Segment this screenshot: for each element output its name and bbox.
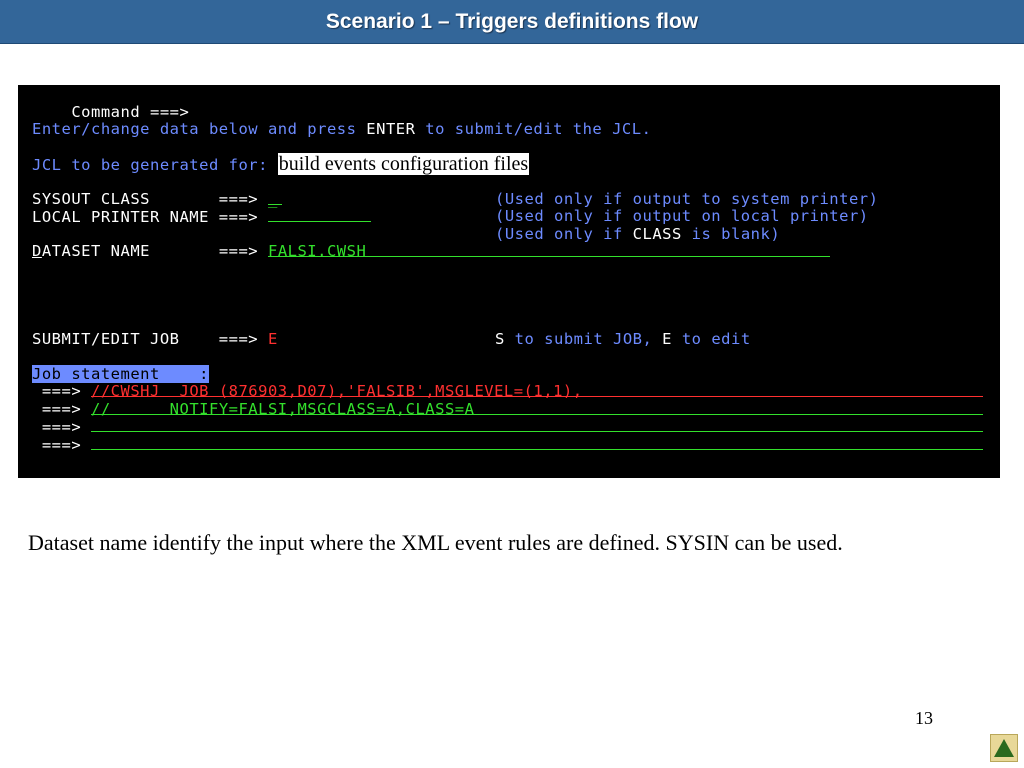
job-line-2: ===> // NOTIFY=FALSI,MSGCLASS=A,CLASS=A bbox=[32, 400, 983, 418]
submit-edit-label: SUBMIT/EDIT JOB ===> bbox=[32, 330, 268, 348]
jcl-for-value: build events configuration files bbox=[277, 153, 530, 175]
submit-edit-line: SUBMIT/EDIT JOB ===> E bbox=[32, 330, 278, 348]
job-line-4: ===> bbox=[32, 435, 983, 454]
sysout-class-input[interactable]: _ bbox=[267, 190, 282, 208]
job-line-prompt: ===> bbox=[32, 436, 91, 454]
submit-edit-hint: S to submit JOB, E to edit bbox=[495, 330, 751, 348]
local-printer-line: LOCAL PRINTER NAME ===> bbox=[32, 207, 371, 226]
slide-title-bar: Scenario 1 – Triggers definitions flow bbox=[0, 0, 1024, 44]
job-line-prompt: ===> bbox=[32, 400, 91, 418]
job-line-1: ===> //CWSHJ JOB (876903,D07),'FALSIB',M… bbox=[32, 382, 983, 400]
job-line-prompt: ===> bbox=[32, 418, 91, 436]
local-printer-note: (Used only if output on local printer) bbox=[495, 207, 869, 225]
submit-edit-input[interactable]: E bbox=[268, 330, 278, 348]
job-line-4-input[interactable] bbox=[91, 435, 983, 450]
class-blank-note: (Used only if CLASS is blank) bbox=[495, 225, 781, 243]
job-line-3-input[interactable] bbox=[91, 417, 983, 432]
page-number: 13 bbox=[915, 708, 933, 728]
sysout-class-note: (Used only if output to system printer) bbox=[495, 190, 879, 208]
job-statement-header: Job statement : bbox=[32, 365, 209, 383]
job-statement-label: Job statement : bbox=[32, 365, 209, 383]
dataset-name-line: DATASET NAME ===> FALSI.CWSH bbox=[32, 242, 830, 260]
local-printer-label: LOCAL PRINTER NAME ===> bbox=[32, 208, 268, 226]
job-line-2-input[interactable]: // NOTIFY=FALSI,MSGCLASS=A,CLASS=A bbox=[91, 400, 983, 418]
sysout-class-line: SYSOUT CLASS ===> _ bbox=[32, 190, 282, 208]
up-triangle-icon bbox=[994, 739, 1014, 757]
dataset-hotkey-letter: D bbox=[32, 242, 42, 260]
dataset-name-label: ATASET NAME ===> bbox=[41, 242, 268, 260]
dataset-name-input[interactable]: FALSI.CWSH bbox=[267, 242, 830, 260]
command-label: Command ===> bbox=[71, 103, 190, 121]
job-line-3: ===> bbox=[32, 417, 983, 436]
ispf-terminal-panel: Command ===> Enter/change data below and… bbox=[18, 85, 1000, 478]
slide-caption: Dataset name identify the input where th… bbox=[28, 530, 843, 555]
job-line-1-input[interactable]: //CWSHJ JOB (876903,D07),'FALSIB',MSGLEV… bbox=[91, 382, 983, 400]
command-line[interactable]: Command ===> bbox=[32, 85, 189, 121]
jcl-for-label: JCL to be generated for: bbox=[32, 156, 278, 174]
job-line-prompt: ===> bbox=[32, 382, 91, 400]
jcl-for-line: JCL to be generated for: build events co… bbox=[32, 153, 530, 175]
enter-key-text: ENTER bbox=[366, 120, 416, 138]
local-printer-input[interactable] bbox=[267, 207, 371, 222]
sysout-class-label: SYSOUT CLASS ===> bbox=[32, 190, 268, 208]
nav-up-button[interactable] bbox=[990, 734, 1018, 762]
slide-title: Scenario 1 – Triggers definitions flow bbox=[325, 9, 699, 33]
instructions-line: Enter/change data below and press ENTER … bbox=[32, 120, 652, 138]
